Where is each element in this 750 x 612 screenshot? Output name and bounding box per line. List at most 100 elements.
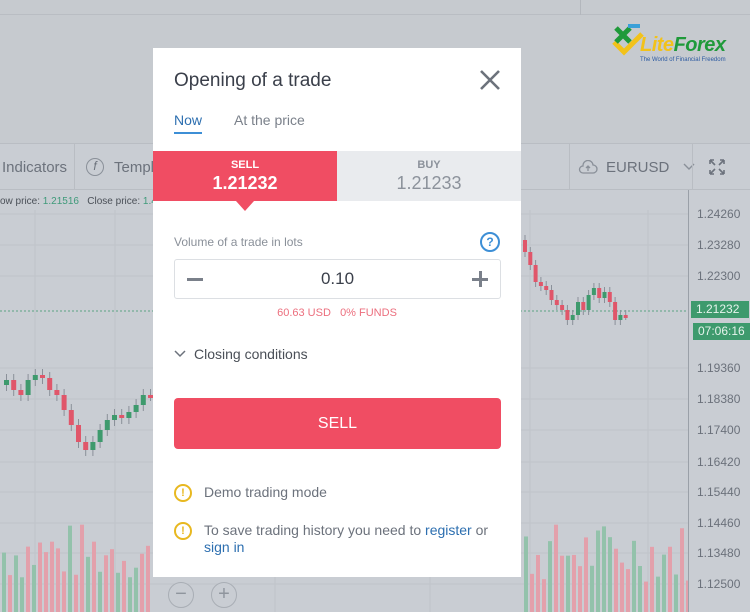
symbol-selector[interactable]: EURUSD — [578, 144, 695, 190]
candle — [40, 375, 45, 378]
candle — [68, 410, 74, 425]
candle — [523, 240, 527, 252]
volume-bar — [626, 569, 630, 612]
decrease-volume-button[interactable] — [187, 278, 203, 281]
candle — [570, 315, 575, 320]
candle — [32, 375, 38, 380]
candle — [613, 302, 618, 320]
candle — [4, 380, 9, 385]
fullscreen-button[interactable] — [708, 144, 726, 190]
volume-bar — [86, 556, 90, 612]
candle — [133, 405, 139, 412]
price-axis-label: 1.13480 — [697, 546, 741, 560]
volume-bar — [608, 537, 612, 612]
candle — [528, 252, 533, 265]
countdown-badge: 07:06:16 — [693, 323, 750, 340]
candle — [18, 390, 24, 395]
help-icon[interactable]: ? — [480, 232, 500, 252]
candle — [623, 315, 628, 318]
price-axis-label: 1.22300 — [697, 269, 741, 283]
zoom-out-button[interactable]: − — [168, 582, 194, 608]
divider — [74, 144, 75, 190]
candle — [560, 305, 565, 310]
volume-bar — [140, 553, 144, 612]
volume-bar — [674, 574, 678, 612]
volume-bar — [110, 549, 114, 612]
buy-price: 1.21233 — [396, 173, 462, 193]
tab-now[interactable]: Now — [174, 112, 203, 134]
volume-bar — [68, 525, 72, 612]
candle — [544, 286, 549, 290]
volume-bar — [122, 560, 126, 612]
candle — [97, 430, 103, 442]
buy-option[interactable]: BUY 1.21233 — [337, 151, 521, 201]
candle — [119, 415, 125, 418]
price-axis-label: 1.12500 — [697, 577, 741, 591]
sell-button[interactable]: SELL — [174, 398, 501, 449]
volume-bar — [542, 579, 546, 612]
sell-option[interactable]: SELL 1.21232 — [153, 151, 337, 211]
volume-bar — [20, 577, 24, 612]
volume-bar — [536, 554, 540, 612]
candle — [586, 295, 591, 310]
indicators-button[interactable]: Indicators — [2, 144, 67, 190]
candle — [47, 378, 53, 390]
register-link[interactable]: register — [425, 522, 472, 538]
volume-bar — [554, 524, 558, 612]
candle — [83, 442, 89, 450]
sign-in-link[interactable]: sign in — [204, 539, 244, 555]
candle — [11, 380, 17, 390]
candle — [549, 290, 554, 300]
volume-bar — [572, 554, 576, 612]
price-axis-label: 1.19360 — [697, 361, 741, 375]
close-icon[interactable] — [477, 67, 503, 93]
logo-tagline: The World of Financial Freedom — [640, 57, 726, 63]
volume-bar — [38, 542, 42, 612]
volume-bar — [44, 552, 48, 612]
price-axis[interactable]: 1.21232 07:06:16 1.24260 1.23280 1.22300 1.… — [688, 190, 750, 612]
candle — [581, 302, 586, 310]
volume-stepper — [174, 259, 501, 299]
volume-bar — [14, 555, 18, 612]
fullscreen-icon — [709, 159, 725, 175]
increase-volume-button[interactable] — [472, 271, 488, 287]
volume-bar — [2, 552, 6, 612]
price-axis-label: 1.15440 — [697, 485, 741, 499]
divider — [692, 144, 693, 190]
volume-bar — [92, 541, 96, 612]
price-axis-label: 1.18380 — [697, 392, 741, 406]
price-axis-label: 1.24260 — [697, 207, 741, 221]
volume-bar — [632, 540, 636, 612]
zoom-in-button[interactable]: + — [211, 582, 237, 608]
tab-at-the-price[interactable]: At the price — [234, 112, 305, 132]
candle — [126, 412, 132, 418]
candle — [25, 380, 31, 395]
candle — [533, 265, 538, 282]
volume-bar — [524, 536, 528, 612]
volume-bar — [8, 575, 12, 612]
warning-icon: ! — [174, 484, 192, 502]
volume-bar — [116, 572, 120, 612]
volume-bar — [566, 555, 570, 612]
volume-bar — [62, 571, 66, 612]
volume-input[interactable] — [215, 269, 460, 289]
volume-bar — [50, 541, 54, 612]
divider — [580, 0, 581, 15]
candle — [618, 315, 623, 320]
function-icon: f — [86, 158, 104, 176]
closing-conditions-toggle[interactable]: Closing conditions — [174, 346, 308, 362]
chevron-down-icon — [683, 163, 695, 170]
candle — [607, 292, 612, 302]
candle — [538, 282, 543, 286]
candle — [602, 292, 607, 298]
price-axis-label: 1.17400 — [697, 423, 741, 437]
candle — [565, 310, 570, 320]
volume-bar — [614, 548, 618, 612]
volume-bar — [680, 528, 684, 612]
candle — [112, 415, 117, 420]
ohlc-info: ow price: 1.21516 Close price: 1.4 — [0, 196, 157, 207]
warning-icon: ! — [174, 522, 192, 540]
templates-button[interactable]: f Templ — [86, 144, 154, 190]
volume-bar — [590, 565, 594, 612]
price-axis-label: 1.23280 — [697, 238, 741, 252]
